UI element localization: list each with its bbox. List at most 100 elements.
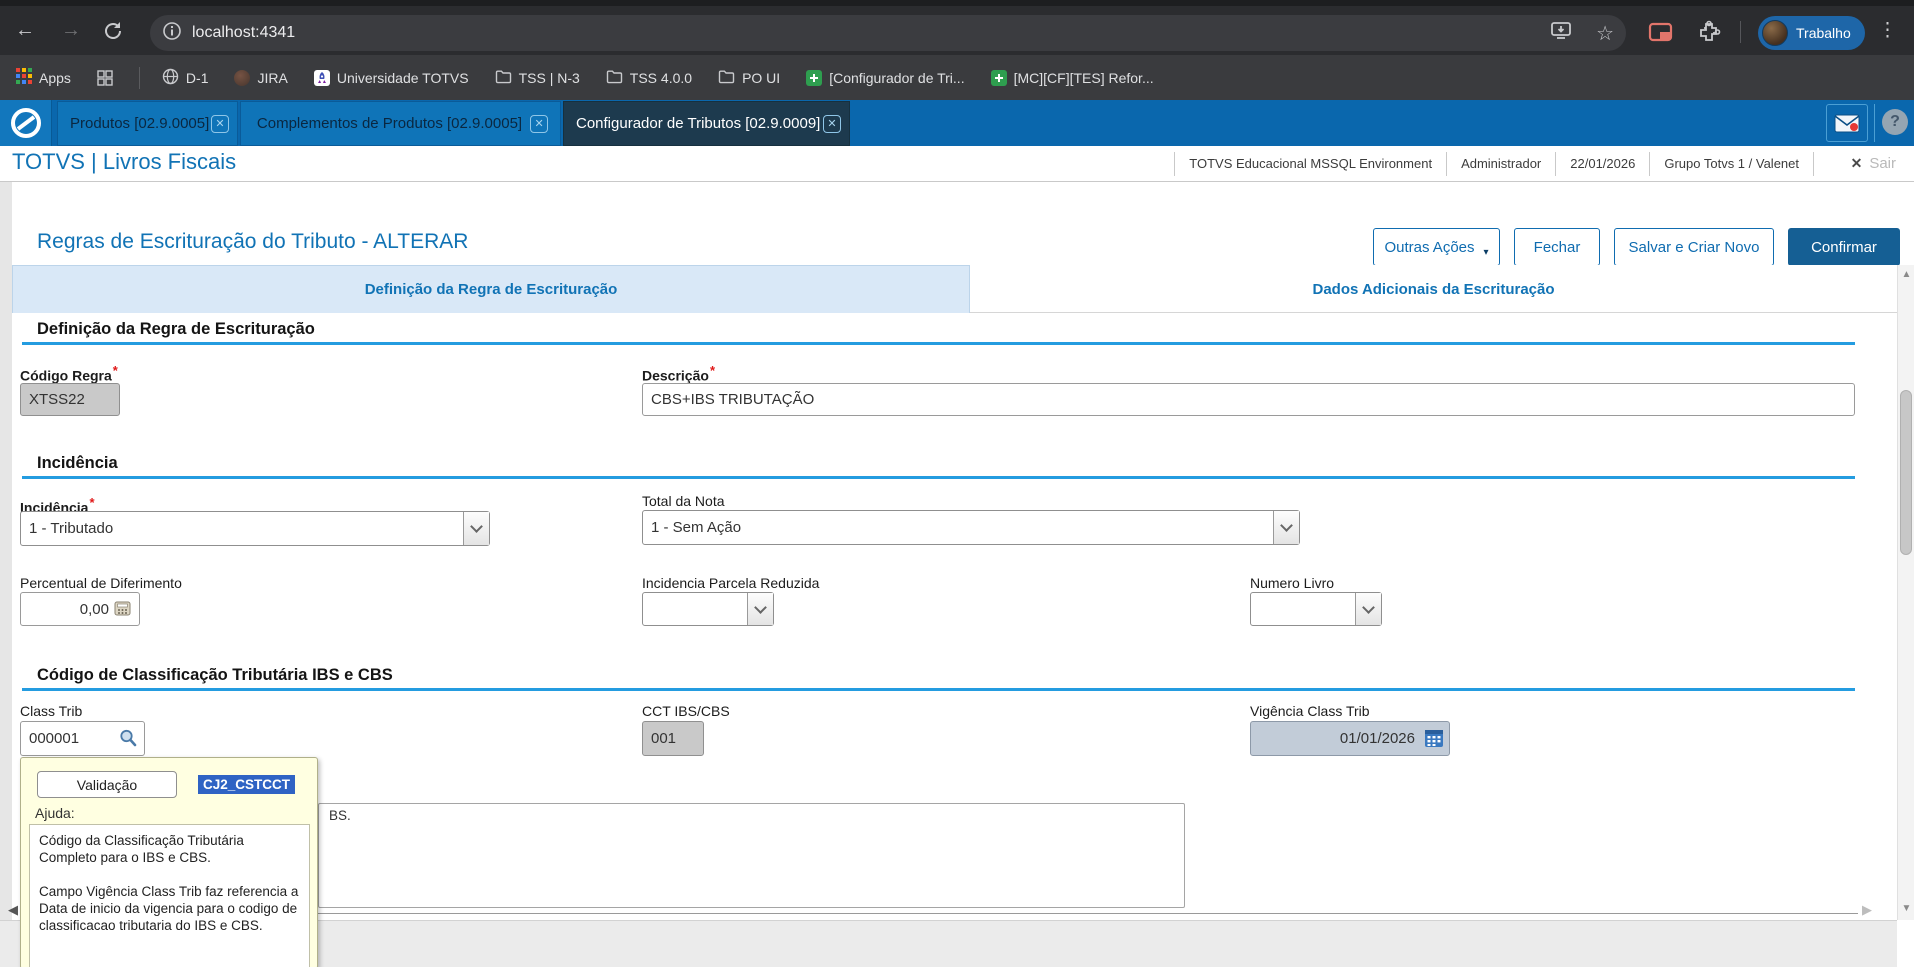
extensions-icon[interactable] — [1697, 20, 1721, 49]
form-tab-label: Definição da Regra de Escrituração — [364, 281, 618, 298]
screen: ← → localhost:4341 ☆ Trabalho ⋮ Apps D-1… — [0, 0, 1914, 967]
percentual-diferimento-label: Percentual de Diferimento — [20, 575, 182, 591]
workspace-tab-label: Produtos [02.9.0005] — [70, 115, 210, 132]
search-icon[interactable] — [118, 728, 138, 753]
form-tab-label: Dados Adicionais da Escrituração — [1312, 280, 1555, 298]
scroll-down-icon[interactable]: ▼ — [1898, 903, 1914, 914]
workspace-divider — [1874, 104, 1875, 142]
workspace-tab-label: Complementos de Produtos [02.9.0005] — [256, 115, 523, 132]
tab-definicao-regra[interactable]: Definição da Regra de Escrituração — [12, 265, 970, 313]
calculator-icon[interactable] — [114, 601, 131, 621]
validation-button[interactable]: Validação — [37, 771, 177, 798]
codigo-regra-input — [20, 383, 120, 416]
descricao-input[interactable] — [642, 383, 1855, 416]
group-label[interactable]: Grupo Totvs 1 / Valenet — [1649, 151, 1814, 176]
chevron-down-icon[interactable] — [747, 593, 773, 625]
totvs-logo[interactable] — [0, 100, 52, 146]
other-actions-button[interactable]: Outras Ações ▾ — [1373, 228, 1500, 266]
close-button[interactable]: Fechar — [1514, 228, 1600, 266]
form-tab-row: Definição da Regra de Escrituração Dados… — [12, 265, 1897, 313]
parcela-reduzida-select[interactable] — [642, 592, 774, 626]
save-and-new-button[interactable]: Salvar e Criar Novo — [1614, 228, 1774, 266]
workspace-tab-configurador-active[interactable]: Configurador de Tributos [02.9.0009] ✕ — [563, 101, 850, 146]
globe-icon — [162, 68, 179, 88]
profile-button[interactable]: Trabalho — [1758, 16, 1865, 50]
reload-icon[interactable] — [102, 20, 124, 47]
total-nota-select[interactable]: 1 - Sem Ação — [642, 510, 1300, 545]
bookmark-tss-n3[interactable]: TSS | N-3 — [495, 69, 580, 87]
bookmark-label: D-1 — [185, 69, 209, 86]
bookmark-jira[interactable]: JIRA — [234, 69, 288, 86]
total-nota-label: Total da Nota — [642, 493, 725, 509]
close-icon: ✕ — [1850, 155, 1863, 171]
site-info-icon[interactable] — [162, 21, 182, 46]
calendar-icon[interactable] — [1424, 728, 1444, 753]
class-trib-label: Class Trib — [20, 703, 83, 719]
bookmark-universidade-totvs[interactable]: Universidade TOTVS — [313, 69, 469, 86]
bookmark-label: TSS 4.0.0 — [629, 69, 693, 86]
close-icon[interactable]: ✕ — [211, 114, 229, 133]
close-icon[interactable]: ✕ — [530, 114, 549, 133]
notes-visible-fragment: BS. — [329, 808, 351, 823]
confirm-button[interactable]: Confirmar — [1788, 228, 1900, 266]
sheet-icon — [806, 69, 823, 86]
apps-grid-icon — [16, 68, 32, 87]
chevron-down-icon[interactable] — [1355, 593, 1381, 625]
jira-icon — [234, 69, 251, 86]
workspace-tab-complementos[interactable]: Complementos de Produtos [02.9.0005] ✕ — [240, 101, 561, 146]
mail-button[interactable] — [1826, 104, 1868, 142]
date-label: 22/01/2026 — [1555, 151, 1649, 176]
chevron-down-icon[interactable] — [1273, 511, 1299, 544]
address-bar[interactable]: localhost:4341 ☆ — [150, 15, 1626, 51]
incidencia-select[interactable]: 1 - Tributado — [20, 511, 490, 546]
browser-menu-icon[interactable]: ⋮ — [1878, 19, 1897, 42]
logout-button[interactable]: ✕ Sair — [1851, 146, 1896, 181]
folder-icon — [495, 69, 512, 87]
required-mark: * — [709, 363, 715, 378]
user-label: Administrador — [1446, 151, 1555, 176]
total-nota-value: 1 - Sem Ação — [651, 519, 742, 536]
cct-ibs-cbs-input — [642, 721, 704, 756]
url-text[interactable]: localhost:4341 — [192, 24, 1550, 42]
bookmark-star-icon[interactable]: ☆ — [1596, 21, 1614, 46]
bookmark-configurador[interactable]: [Configurador de Tri... — [806, 69, 965, 86]
page-title: Regras de Escrituração do Tributo - ALTE… — [37, 230, 469, 253]
chevron-down-icon[interactable] — [463, 512, 489, 545]
bookmark-tss-400[interactable]: TSS 4.0.0 — [606, 69, 692, 87]
bookmark-mc-cf-tes[interactable]: [MC][CF][TES] Refor... — [990, 69, 1154, 86]
class-trib-help-textarea[interactable]: BS. — [318, 803, 1185, 908]
apps-shortcut[interactable]: Apps — [16, 68, 71, 87]
incidencia-value: 1 - Tributado — [29, 520, 114, 537]
section-title-definicao: Definição da Regra de Escrituração — [37, 320, 315, 338]
forward-icon[interactable]: → — [56, 6, 86, 55]
bookmark-label: [Configurador de Tri... — [829, 69, 965, 86]
install-icon[interactable] — [1550, 21, 1572, 46]
workspace-tab-produtos[interactable]: Produtos [02.9.0005] ✕ — [57, 101, 238, 146]
tab-preview-icon[interactable] — [1648, 21, 1674, 50]
bookmark-d1[interactable]: D-1 — [162, 68, 209, 88]
required-mark: * — [112, 363, 118, 378]
vigencia-class-trib-input — [1250, 721, 1450, 756]
field-code-selected[interactable]: CJ2_CSTCCT — [198, 775, 296, 794]
logout-label: Sair — [1869, 155, 1896, 172]
scroll-right-icon[interactable]: ▶ — [1862, 902, 1872, 918]
scroll-up-icon[interactable]: ▲ — [1898, 269, 1914, 280]
vertical-scrollbar-thumb[interactable] — [1900, 390, 1912, 555]
bookmark-label: [MC][CF][TES] Refor... — [1013, 69, 1154, 86]
bookmark-po-ui[interactable]: PO UI — [718, 69, 780, 87]
vertical-scrollbar[interactable]: ▲ ▼ — [1897, 265, 1914, 920]
environment-label: TOTVS Educacional MSSQL Environment — [1174, 151, 1446, 176]
cct-ibs-cbs-label: CCT IBS/CBS — [642, 703, 730, 719]
help-icon[interactable]: ? — [1882, 109, 1908, 135]
university-icon — [313, 69, 330, 86]
folder-icon — [718, 69, 735, 87]
tab-dados-adicionais[interactable]: Dados Adicionais da Escrituração — [970, 265, 1897, 313]
descricao-label: Descrição* — [642, 363, 715, 384]
back-icon[interactable]: ← — [10, 6, 40, 55]
folder-icon — [606, 69, 623, 87]
avatar — [1762, 20, 1788, 46]
scroll-left-icon[interactable]: ◀ — [8, 902, 18, 918]
reading-list-icon[interactable] — [97, 69, 113, 86]
close-icon[interactable]: ✕ — [823, 114, 841, 133]
numero-livro-select[interactable] — [1250, 592, 1382, 626]
